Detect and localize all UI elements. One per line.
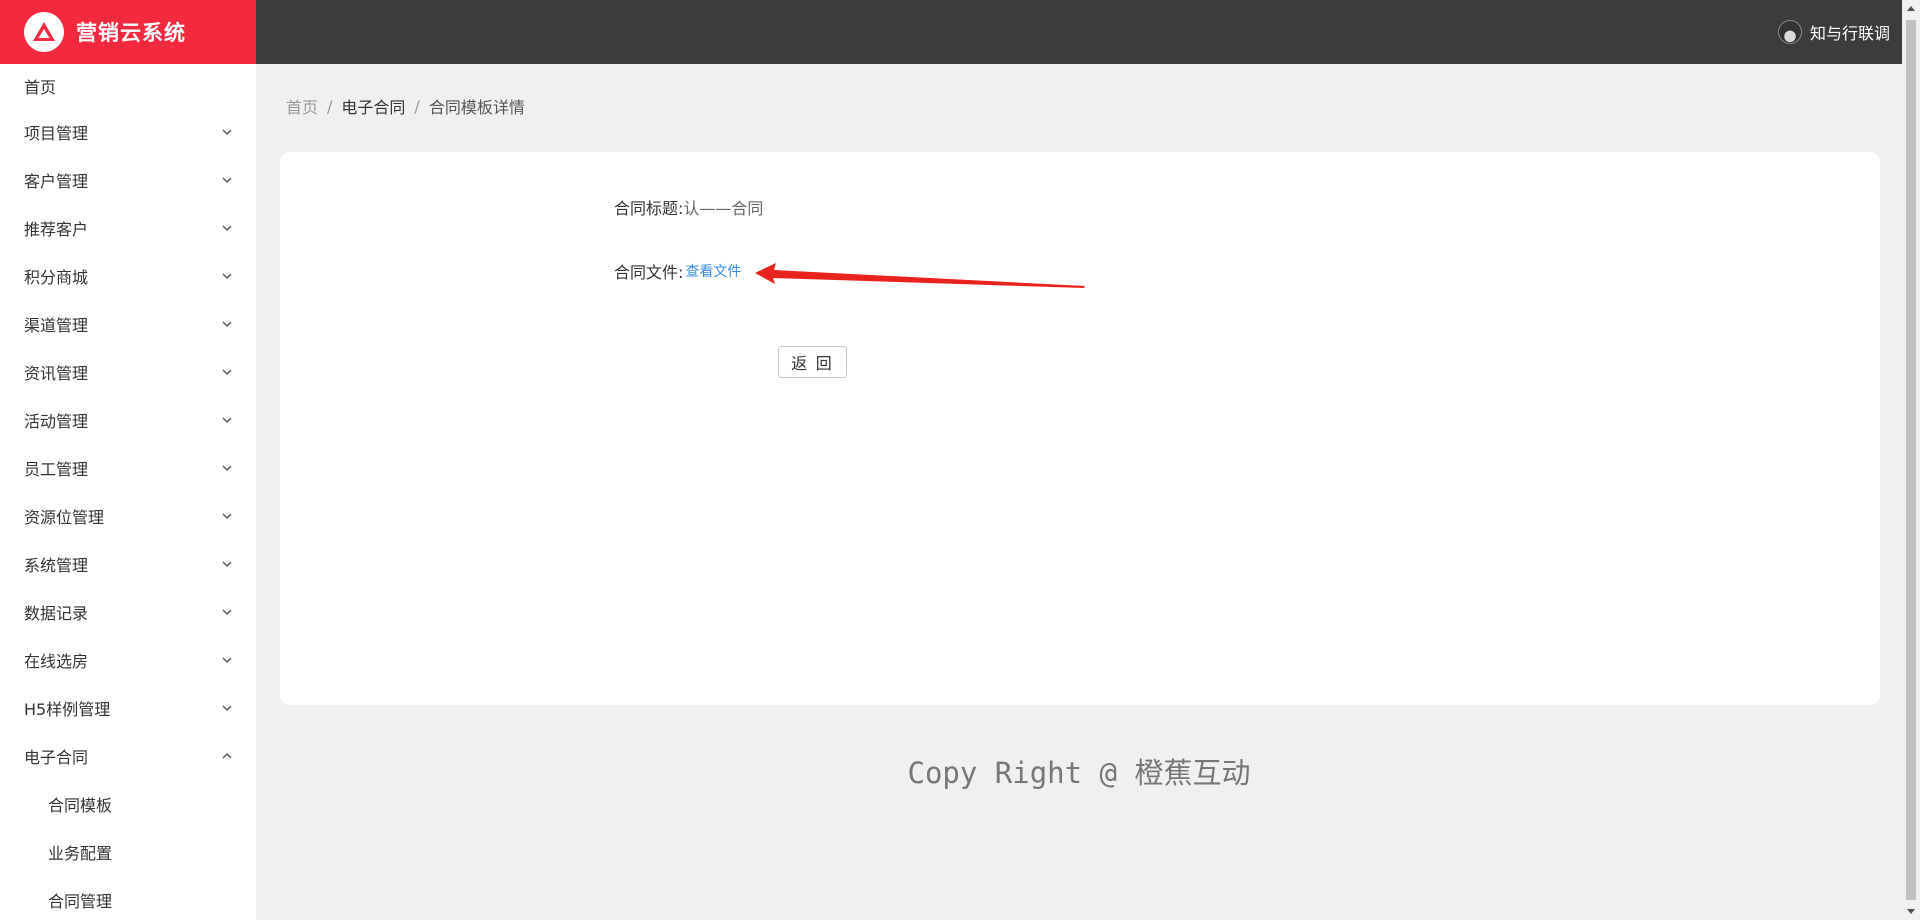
contract-file-field: 合同文件: 查看文件 [614,259,741,283]
sidebar-item-h5-samples[interactable]: H5样例管理 [0,684,256,732]
scroll-thumb[interactable] [1906,20,1916,900]
footer-copyright: Copy Right @ 橙蕉互动 [907,756,1251,790]
submenu-item-business-config[interactable]: 业务配置 [0,828,256,876]
sidebar-item-project[interactable]: 项目管理 [0,108,256,156]
brand-logo-icon [24,12,64,52]
breadcrumb: 首页 / 电子合同 / 合同模板详情 [286,94,525,118]
chevron-down-icon [220,269,234,283]
submenu-item-label: 合同模板 [48,796,113,815]
sidebar-menu: 首页 项目管理 客户管理 推荐客户 积分商城 渠道管理 资讯管理 活动管理 员工… [0,64,256,920]
chevron-down-icon [220,461,234,475]
breadcrumb-section[interactable]: 电子合同 [341,94,405,118]
page-scrollbar[interactable] [1902,0,1920,920]
annotation-arrow-icon [755,263,1085,288]
breadcrumb-separator: / [414,96,420,116]
breadcrumb-home[interactable]: 首页 [286,94,318,118]
chevron-down-icon [220,173,234,187]
contract-title-field: 合同标题: 认——合同 [614,195,763,219]
contract-title-value: 认——合同 [683,199,764,218]
sidebar-item-staff[interactable]: 员工管理 [0,444,256,492]
sidebar-item-label: 渠道管理 [24,316,89,335]
sidebar-item-online-housing[interactable]: 在线选房 [0,636,256,684]
chevron-down-icon [220,221,234,235]
scroll-down-icon[interactable] [1907,909,1915,914]
brand-header: 营销云系统 [0,0,256,64]
sidebar-item-e-contract[interactable]: 电子合同 [0,732,256,780]
chevron-down-icon [220,413,234,427]
sidebar-item-label: H5样例管理 [24,700,111,719]
sidebar-item-label: 积分商城 [24,268,89,287]
chevron-down-icon [220,125,234,139]
sidebar-item-label: 活动管理 [24,412,89,431]
view-file-link[interactable]: 查看文件 [685,261,741,281]
contract-title-label: 合同标题: [614,199,684,218]
sidebar-item-referral[interactable]: 推荐客户 [0,204,256,252]
detail-card: 合同标题: 认——合同 合同文件: 查看文件 返 回 [280,152,1880,705]
chevron-down-icon [220,653,234,667]
sidebar-item-label: 在线选房 [24,652,89,671]
sidebar-item-label: 员工管理 [24,460,89,479]
sidebar-item-channel[interactable]: 渠道管理 [0,300,256,348]
sidebar-item-label: 资讯管理 [24,364,89,383]
sidebar-item-home[interactable]: 首页 [0,64,256,108]
sidebar-item-label: 首页 [24,78,57,97]
top-bar: 知与行联调 [256,0,1902,64]
chevron-down-icon [220,509,234,523]
sidebar-item-resource[interactable]: 资源位管理 [0,492,256,540]
username: 知与行联调 [1809,24,1890,43]
sidebar-item-label: 推荐客户 [24,220,89,239]
chevron-up-icon [220,749,234,763]
sidebar-item-label: 系统管理 [24,556,89,575]
sidebar: 营销云系统 首页 项目管理 客户管理 推荐客户 积分商城 渠道管理 资讯管理 活… [0,0,256,920]
submenu-item-contract-template[interactable]: 合同模板 [0,780,256,828]
chevron-down-icon [220,605,234,619]
scroll-up-icon[interactable] [1907,6,1915,11]
sidebar-item-label: 客户管理 [24,172,89,191]
contract-file-label: 合同文件: [614,263,684,282]
sidebar-item-label: 项目管理 [24,124,89,143]
avatar [1777,20,1802,44]
sidebar-item-activity[interactable]: 活动管理 [0,396,256,444]
sidebar-item-customer[interactable]: 客户管理 [0,156,256,204]
submenu-item-label: 业务配置 [48,844,113,863]
chevron-down-icon [220,557,234,571]
breadcrumb-current: 合同模板详情 [428,98,525,117]
back-button[interactable]: 返 回 [778,346,847,378]
submenu-item-label: 合同管理 [48,892,113,911]
sidebar-item-system[interactable]: 系统管理 [0,540,256,588]
breadcrumb-separator: / [327,96,333,116]
submenu-item-contract-management[interactable]: 合同管理 [0,876,256,920]
sidebar-item-label: 数据记录 [24,604,89,623]
brand-title: 营销云系统 [76,21,186,45]
user-menu[interactable]: 知与行联调 [1777,20,1890,44]
sidebar-item-points-mall[interactable]: 积分商城 [0,252,256,300]
chevron-down-icon [220,317,234,331]
sidebar-item-news[interactable]: 资讯管理 [0,348,256,396]
sidebar-item-data-records[interactable]: 数据记录 [0,588,256,636]
sidebar-item-label: 资源位管理 [24,508,105,527]
chevron-down-icon [220,365,234,379]
chevron-down-icon [220,701,234,715]
sidebar-item-label: 电子合同 [24,748,89,767]
